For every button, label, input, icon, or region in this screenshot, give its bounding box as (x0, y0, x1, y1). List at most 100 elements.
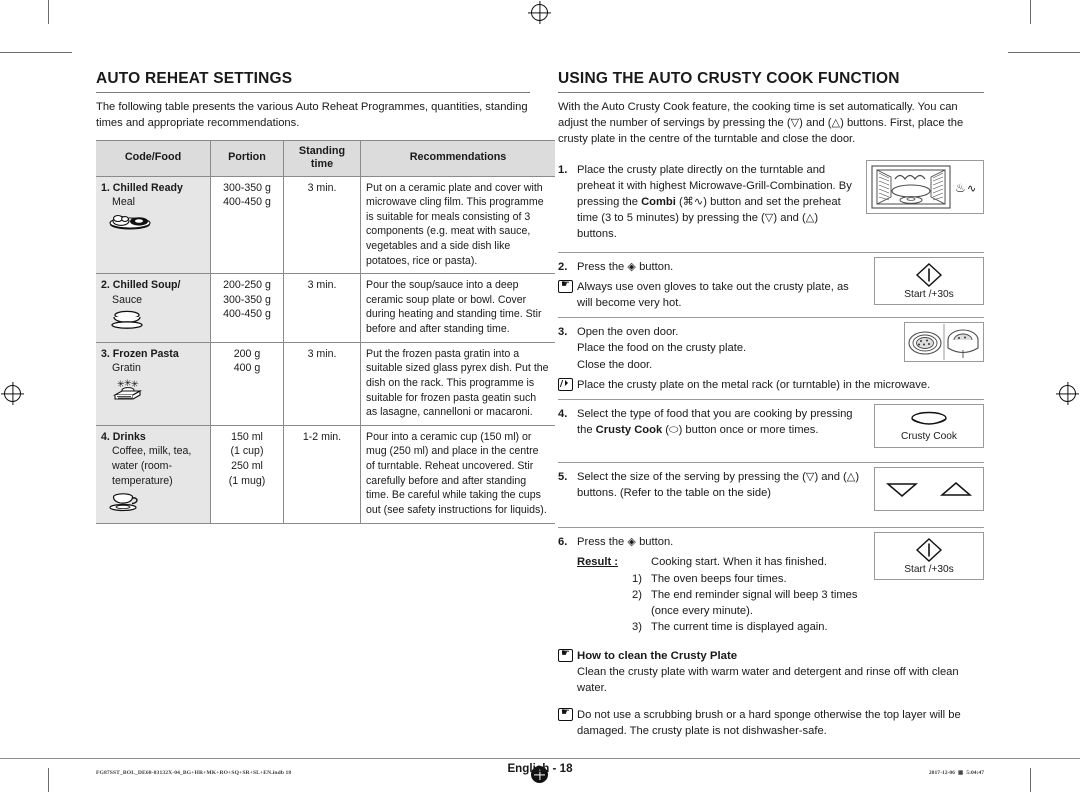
up-arrow-icon (939, 482, 973, 496)
scrubbing-warning-note: Do not use a scrubbing brush or a hard s… (558, 706, 984, 739)
plate-of-food-icon (109, 213, 205, 235)
print-timestamp: 2017-12-06 ▦ 5:04:47 (929, 770, 984, 776)
step-6: 6. Press the ◈ button. Result : Cooking … (558, 528, 984, 641)
clean-crusty-plate-note: How to clean the Crusty Plate Clean the … (558, 647, 984, 697)
result-item-text: The oven beeps four times. (651, 572, 787, 585)
step-2-note-text: Always use oven gloves to take out the c… (577, 280, 849, 309)
result-block: Result : Cooking start. When it has fini… (558, 554, 860, 635)
microwave-oven-combi-illustration: ♨ ∿ (866, 159, 984, 214)
cell-recommendation-3: Put the frozen pasta gratin into a suita… (360, 342, 555, 426)
result-item-text: The current time is displayed again. (651, 621, 828, 634)
start-plus-30s-button-illustration: Start /+30s (874, 256, 984, 305)
step-5-text: Select the size of the serving by pressi… (577, 471, 860, 500)
auto-reheat-intro-text: The following table presents the various… (96, 100, 528, 129)
step-3-note: Place the crusty plate on the metal rack… (558, 377, 984, 393)
start-plus-30s-button-illustration-2: Start /+30s (874, 532, 984, 581)
table-row: 2. Chilled Soup/ Sauce 200-250 g 300-350… (96, 273, 555, 343)
table-header-row: Code/Food Portion Standing time Recommend… (96, 139, 555, 177)
registration-mark-right (1059, 385, 1076, 402)
standing-time-line2: time (310, 158, 334, 171)
auto-reheat-settings-title: AUTO REHEAT SETTINGS (96, 70, 530, 93)
step-3-number: 3. (558, 326, 568, 339)
cell-standing-2: 3 min. (283, 273, 361, 343)
column-header-portion: Portion (210, 139, 284, 177)
hand-pointer-icon (558, 647, 573, 666)
step-3-line-2: Place the food on the crusty plate. (577, 342, 747, 355)
svg-text:♨: ♨ (955, 181, 966, 195)
crop-mark-top-left-v (48, 0, 50, 24)
table-row: 1. Chilled Ready Meal 300-350 g 400-450 … (96, 176, 555, 275)
hand-pointer-icon (558, 278, 573, 297)
food-name-2: 2. Chilled Soup/ (101, 279, 181, 292)
step-1-number: 1. (558, 163, 568, 176)
auto-reheat-table: Code/Food Portion Standing time Recommend… (96, 139, 555, 524)
scrubbing-warning-text: Do not use a scrubbing brush or a hard s… (577, 708, 961, 737)
food-name-sub-4: Coffee, milk, tea, water (room-temperatu… (112, 445, 192, 487)
food-name-4: 4. Drinks (101, 430, 146, 443)
start-plus-30s-caption: Start /+30s (904, 288, 954, 300)
step-3-line-3: Close the door. (577, 358, 653, 371)
result-item-text: The end reminder signal will beep 3 time… (651, 588, 858, 618)
result-item-marker: 1) (632, 572, 642, 585)
portion-value-4b: (1 cup) (230, 445, 264, 458)
cell-recommendation-4: Pour into a ceramic cup (150 ml) or mug … (360, 425, 555, 524)
crusty-cook-title: USING THE AUTO CRUSTY COOK FUNCTION (558, 70, 984, 93)
food-name-sub-2: Sauce (112, 293, 143, 306)
step-3-line-1: Open the oven door. (577, 326, 679, 339)
print-separator: ▦ (957, 770, 964, 776)
down-arrow-icon (885, 483, 919, 498)
registration-mark-left (4, 385, 21, 402)
result-list: 1) The oven beeps four times. 2) The end r… (577, 571, 860, 636)
step-2: 2. Press the ◈ button. Always use oven g… (558, 253, 984, 319)
portion-value-2a: 200-250 g (223, 279, 271, 292)
step-1-bold: Combi (641, 196, 676, 208)
food-name-sub-1: Meal (112, 196, 135, 209)
clean-crusty-plate-text: Clean the crusty plate with warm water a… (577, 666, 959, 695)
frozen-gratin-dish-icon: ✳ ✳ ✳ (109, 379, 205, 408)
soup-bowl-icon (109, 310, 205, 334)
step-6-number: 6. (558, 536, 568, 549)
crop-mark-top-right-h (1008, 52, 1080, 54)
cell-standing-4: 1-2 min. (283, 425, 361, 524)
food-name-1: 1. Chilled Ready (101, 181, 183, 194)
crusty-cook-button-illustration: Crusty Cook (874, 404, 984, 449)
portion-value-4a: 150 ml (231, 430, 263, 443)
result-item: 2) The end reminder signal will beep 3 ti… (577, 587, 860, 619)
cell-recommendation-1: Put on a ceramic plate and cover with mi… (360, 176, 555, 275)
print-time: 5:04:47 (966, 770, 984, 776)
up-down-arrow-buttons-illustration (874, 467, 984, 512)
step-4-text-b: (⬭) button once or more times. (662, 424, 819, 437)
standing-time-line1: Standing (298, 144, 346, 157)
cell-code-food-2: 2. Chilled Soup/ Sauce (96, 273, 211, 343)
portion-value-2c: 400-450 g (223, 308, 271, 321)
step-3: 3. Open the oven door. Place the food on… (558, 318, 984, 401)
pencil-note-icon (558, 377, 573, 395)
cell-code-food-1: 1. Chilled Ready Meal (96, 176, 211, 275)
result-item-marker: 2) (632, 588, 642, 601)
table-row: 4. Drinks Coffee, milk, tea, water (room… (96, 425, 555, 524)
step-1: 1. Place the crusty plate directly on th… (558, 156, 984, 253)
column-header-recommendations: Recommendations (360, 139, 555, 177)
cell-code-food-3: 3. Frozen Pasta Gratin ✳ ✳ ✳ (96, 342, 211, 426)
column-header-code-food: Code/Food (96, 139, 211, 177)
crop-mark-top-left-h (0, 52, 72, 54)
print-production-bar: FG87SST_BOL_DE68-03132X-04_BG+HR+MK+RO+S… (0, 758, 1080, 793)
cell-recommendation-2: Pour the soup/sauce into a deep ceramic … (360, 273, 555, 343)
portion-value-3a: 200 g (233, 347, 261, 360)
step-4-text: Select the type of food that you are coo… (558, 406, 860, 438)
cell-portion-1: 300-350 g 400-450 g (210, 176, 284, 275)
result-main-text: Cooking start. When it has finished. (651, 556, 827, 569)
start-plus-30s-caption-2: Start /+30s (904, 564, 954, 576)
step-3-text: Open the oven door. Place the food on th… (558, 324, 860, 373)
portion-value-1a: 300-350 g (223, 181, 271, 194)
right-column: USING THE AUTO CRUSTY COOK FUNCTION With… (558, 70, 984, 739)
result-item: 3) The current time is displayed again. (577, 619, 860, 635)
crusty-plate-icon (911, 411, 947, 425)
portion-value-3b: 400 g (233, 362, 261, 375)
crusty-plate-with-food-illustration (904, 322, 984, 363)
page-content: AUTO REHEAT SETTINGS The following table… (96, 70, 984, 775)
registration-mark-top (531, 4, 548, 21)
portion-value-2b: 300-350 g (223, 293, 271, 306)
result-label: Result : (577, 556, 619, 569)
step-4-number: 4. (558, 408, 568, 421)
